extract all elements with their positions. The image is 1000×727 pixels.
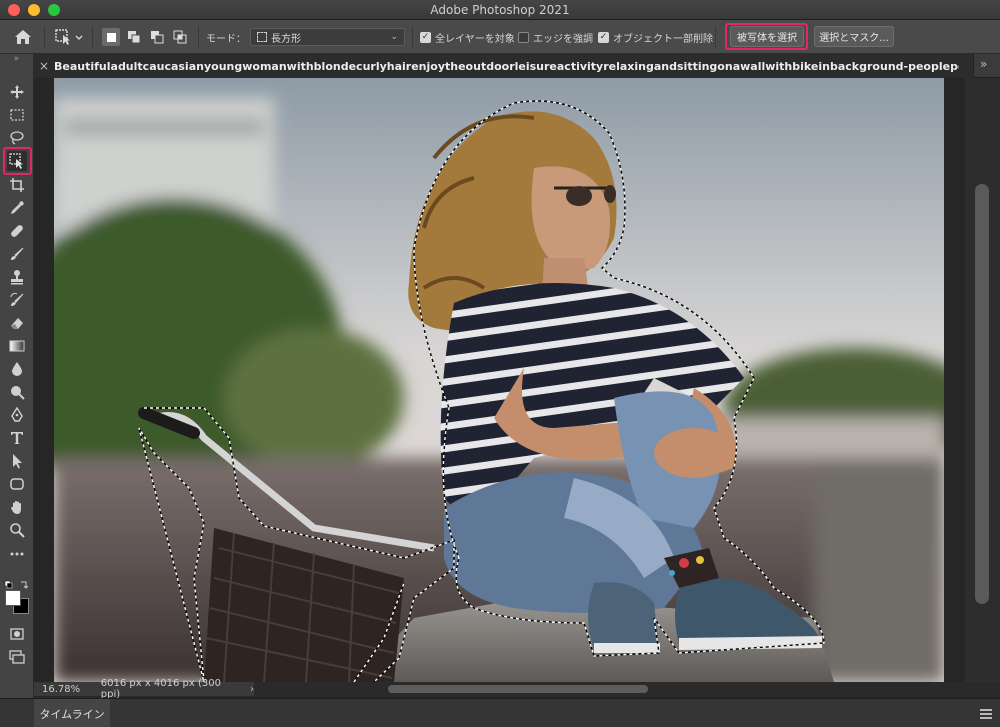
canvas-area[interactable] [34,78,965,682]
document-image[interactable] [54,78,944,682]
mode-value: 長方形 [271,33,301,45]
more-tools[interactable] [7,543,27,563]
move-tool[interactable] [7,82,27,102]
window-title: Adobe Photoshop 2021 [430,3,570,17]
timeline-tab[interactable]: タイムライン [34,699,110,727]
lasso-icon [10,131,24,145]
new-selection-button[interactable] [102,28,120,46]
pen-tool[interactable] [7,405,27,425]
mode-label: モード： [206,33,246,45]
swap-colors-icon[interactable] [4,575,30,589]
hand-tool[interactable] [7,497,27,517]
gradient-icon [9,340,25,352]
checkmark-icon: ✓ [598,32,609,43]
zoom-tool[interactable] [7,520,27,540]
rectangle-mode-icon [257,32,267,42]
brush-icon [11,247,24,260]
document-tab-name: Beautifuladultcaucasianyoungwomanwithblo… [54,59,959,73]
object-selection-highlight [3,147,32,175]
dodge-tool[interactable] [7,382,27,402]
collapse-panel-icon[interactable]: » [0,54,33,66]
history-brush-icon [10,292,24,306]
eraser-tool[interactable] [7,313,27,333]
add-selection-icon [128,31,141,44]
blur-icon [12,362,22,376]
path-selection-icon [13,454,22,469]
pen-icon [11,407,23,422]
zoom-icon [10,523,25,538]
lasso-tool[interactable] [7,128,27,148]
screen-mode-button[interactable] [7,647,27,667]
sample-all-layers-label: 全レイヤーを対象 [435,34,515,45]
gradient-tool[interactable] [7,336,27,356]
stamp-icon [11,270,23,285]
options-bar: モード： 長方形 ⌄ ✓ 全レイヤーを対象 エッジを強調 ✓ オブジェクト一部削… [0,20,1000,54]
vertical-scrollbar[interactable] [965,78,1000,682]
home-icon [15,30,31,44]
chevron-right-icon[interactable]: › [250,684,254,695]
path-selection-tool[interactable] [7,451,27,471]
blur-tool[interactable] [7,359,27,379]
healing-tool[interactable] [7,221,27,241]
shape-icon [10,478,24,490]
subtract-selection-icon [151,31,164,44]
status-bar: 16.78% 6016 px x 4016 px (300 ppi) › [34,678,254,700]
vertical-scroll-thumb[interactable] [975,184,989,604]
checkmark-icon: ✓ [420,32,431,43]
photo-illustration [54,78,944,682]
eyedropper-icon [11,201,24,214]
hand-icon [11,501,21,514]
add-to-selection-button[interactable] [125,28,143,46]
panel-menu-icon[interactable] [980,709,992,719]
document-tab-strip: × Beautifuladultcaucasianyoungwomanwithb… [34,54,1000,78]
home-button[interactable] [14,20,32,54]
new-selection-icon [106,32,116,42]
chevron-down-icon: ⌄ [390,32,398,42]
timeline-panel: タイムライン [0,698,1000,727]
enhance-edge-label: エッジを強調 [533,34,593,45]
more-icon [10,552,24,556]
document-dimensions: 6016 px x 4016 px (300 ppi) [100,678,221,700]
object-selection-preset-icon [55,29,83,45]
document-tab[interactable]: × Beautifuladultcaucasianyoungwomanwithb… [34,54,974,78]
intersect-selection-button[interactable] [171,28,189,46]
type-icon [11,432,23,444]
eraser-icon [11,318,23,329]
zoom-level[interactable]: 16.78% [42,684,91,695]
marquee-icon [10,109,24,121]
enhance-edge-checkbox[interactable]: エッジを強調 [518,30,593,45]
marquee-tool[interactable] [7,105,27,125]
tool-preset-picker[interactable] [54,20,84,54]
dodge-icon [11,386,25,400]
quick-mask-button[interactable] [7,624,27,644]
object-subtract-checkbox[interactable]: ✓ オブジェクト一部削除 [598,30,713,45]
tools-panel: » [0,54,34,704]
crop-tool[interactable] [7,175,27,195]
screen-mode-icon [9,650,25,664]
stamp-tool[interactable] [7,267,27,287]
sample-all-layers-checkbox[interactable]: ✓ 全レイヤーを対象 [420,30,515,45]
brush-tool[interactable] [7,244,27,264]
healing-icon [11,225,23,237]
horizontal-scroll-thumb[interactable] [388,685,648,693]
shape-tool[interactable] [7,474,27,494]
subtract-from-selection-button[interactable] [148,28,166,46]
mode-dropdown[interactable]: 長方形 ⌄ [250,28,405,46]
move-icon [10,85,24,99]
selection-mode-group [102,20,189,54]
eyedropper-tool[interactable] [7,198,27,218]
unchecked-box-icon [518,32,529,43]
quick-mask-icon [10,628,24,640]
tab-overflow-icon[interactable]: » [980,57,987,71]
select-subject-highlight [725,23,808,50]
type-tool[interactable] [7,428,27,448]
history-brush-tool[interactable] [7,290,27,310]
object-subtract-label: オブジェクト一部削除 [613,34,713,45]
window-titlebar: Adobe Photoshop 2021 [0,0,1000,20]
close-tab-icon[interactable]: × [34,59,54,73]
crop-icon [10,178,24,192]
foreground-color-swatch-front[interactable] [5,590,21,606]
select-and-mask-button[interactable]: 選択とマスク... [814,26,894,47]
intersect-selection-icon [173,30,187,44]
